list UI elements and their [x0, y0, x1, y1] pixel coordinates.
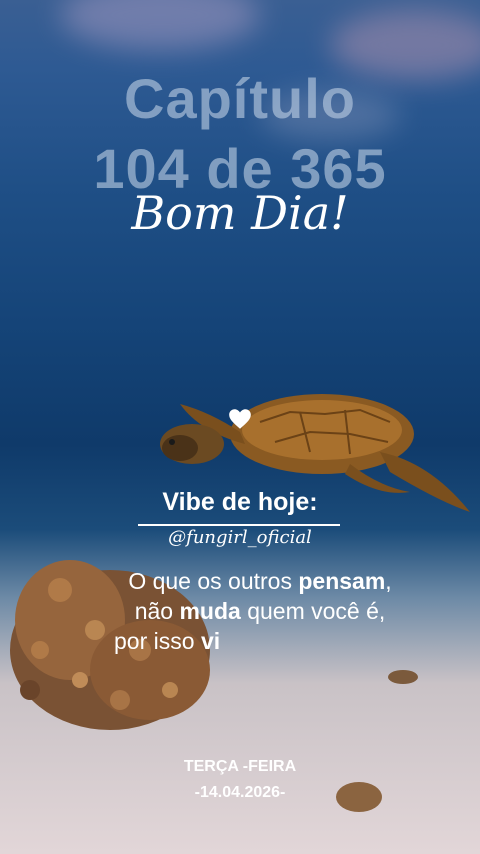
quote-text-span: O que os outros [128, 568, 299, 594]
quote-emphasis: muda [179, 598, 241, 624]
greeting-script: Bom Dia! [131, 186, 349, 240]
quote-line-3: por isso vi [60, 626, 460, 656]
quote-emphasis: pensam [298, 568, 386, 594]
vibe-title: Vibe de hoje: [162, 488, 318, 516]
seabed-rock [388, 670, 418, 684]
chapter-title-line-1: Capítulo [124, 67, 356, 130]
quote-text: O que os outros pensam, não muda quem vo… [60, 566, 460, 656]
date-label: -14.04.2026- [194, 784, 286, 801]
quote-text-span: quem você é, [240, 598, 386, 624]
quote-emphasis: vi [200, 628, 221, 654]
quote-line-2: não muda quem você é, [60, 596, 460, 626]
quote-text-span: não [134, 598, 180, 624]
heart-icon [229, 409, 251, 429]
account-handle: @fungirl_oficial [168, 527, 312, 548]
quote-text-span: por isso [114, 628, 201, 654]
water-light [60, 0, 260, 50]
quote-text-span: , [385, 568, 392, 594]
title-underline [138, 524, 340, 526]
quote-line-1: O que os outros pensam, [60, 566, 460, 596]
weekday-label: TERÇA -FEIRA [183, 758, 297, 775]
story-canvas: Capítulo 104 de 365 Bom Dia! Vibe de hoj… [0, 0, 480, 854]
